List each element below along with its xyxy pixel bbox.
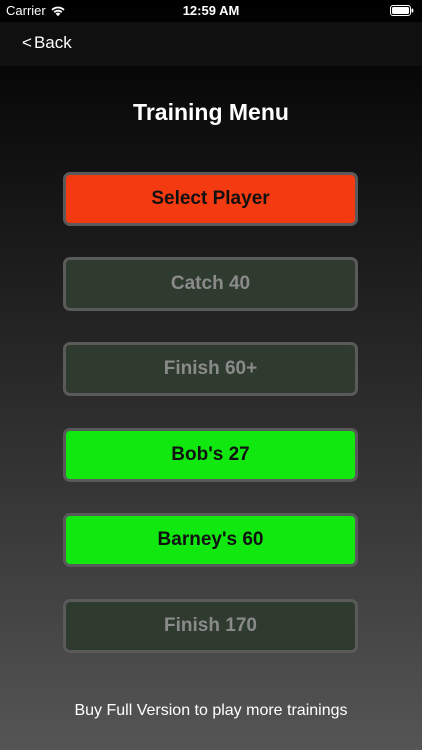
status-bar: Carrier 12:59 AM [0, 0, 422, 22]
status-time: 12:59 AM [182, 3, 240, 18]
buy-full-version-note: Buy Full Version to play more trainings [74, 702, 348, 719]
barneys-60-button[interactable]: Barney's 60 [63, 513, 358, 567]
screen: Carrier 12:59 AM < Back Training Menu Se… [0, 0, 422, 750]
finish-60-button[interactable]: Finish 60+ [63, 342, 358, 396]
back-button-label: Back [33, 33, 72, 52]
select-player-button[interactable]: Select Player [63, 172, 358, 226]
catch-40-button[interactable]: Catch 40 [63, 257, 358, 311]
chevron-left-icon: < [22, 33, 32, 52]
navigation-bar: < Back [0, 22, 422, 66]
finish-170-button[interactable]: Finish 170 [63, 599, 358, 653]
page-title: Training Menu [133, 99, 289, 125]
battery-icon [390, 5, 414, 16]
bobs-27-button[interactable]: Bob's 27 [63, 428, 358, 482]
back-button[interactable]: < Back [22, 33, 72, 53]
